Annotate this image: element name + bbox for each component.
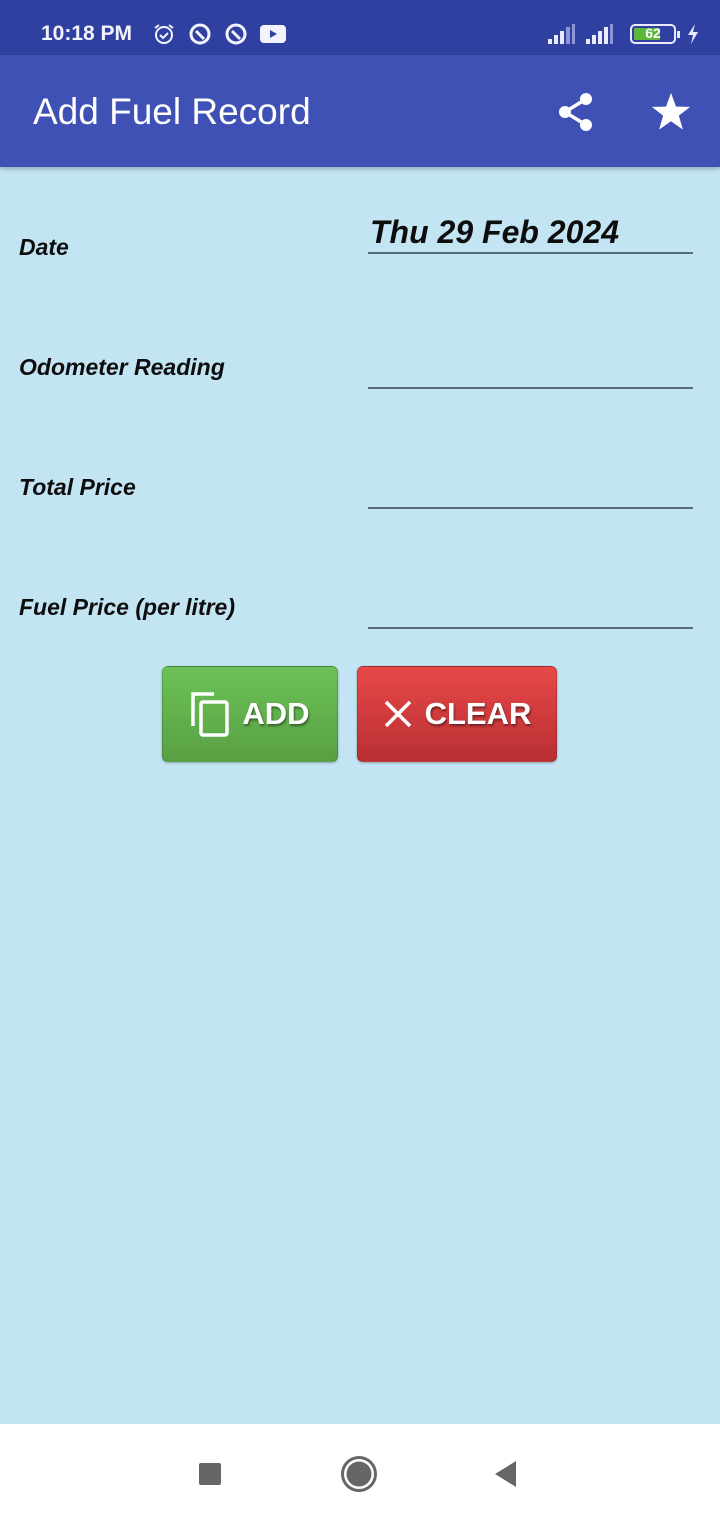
signal-icon xyxy=(548,24,575,44)
add-button[interactable]: ADD xyxy=(162,666,338,762)
charging-icon xyxy=(688,24,698,44)
back-button[interactable] xyxy=(484,1452,528,1496)
add-button-label: ADD xyxy=(242,696,310,731)
date-label: Date xyxy=(19,234,69,260)
odometer-field[interactable] xyxy=(368,347,693,389)
page-title: Add Fuel Record xyxy=(33,91,311,132)
fuel-price-label: Fuel Price (per litre) xyxy=(19,594,236,620)
app-notification-icon xyxy=(189,23,211,45)
battery-level: 62 xyxy=(645,25,661,41)
clear-button[interactable]: CLEAR xyxy=(357,666,557,762)
home-icon xyxy=(341,1456,377,1492)
app-notification-icon xyxy=(225,23,247,45)
youtube-icon xyxy=(260,25,286,43)
recents-icon xyxy=(199,1463,221,1485)
favorite-button[interactable] xyxy=(648,89,694,135)
total-price-field[interactable] xyxy=(368,467,693,509)
close-icon xyxy=(384,700,411,728)
signal-icon xyxy=(586,24,613,44)
clear-button-label: CLEAR xyxy=(424,696,532,731)
date-field[interactable] xyxy=(368,212,693,254)
system-icons: 62 xyxy=(548,24,700,44)
total-price-label: Total Price xyxy=(19,474,136,500)
share-button[interactable] xyxy=(553,89,599,135)
notification-icons xyxy=(152,22,286,46)
battery-icon: 62 xyxy=(630,24,680,44)
status-bar: 10:18 PM 62 xyxy=(0,0,720,55)
alarm-icon xyxy=(154,24,174,44)
odometer-label: Odometer Reading xyxy=(19,354,225,380)
fuel-price-field[interactable] xyxy=(368,587,693,629)
copy-icon xyxy=(191,692,230,737)
back-icon xyxy=(495,1461,516,1487)
star-icon xyxy=(651,92,691,130)
status-time: 10:18 PM xyxy=(41,22,133,45)
share-icon xyxy=(559,93,592,131)
navigation-bar xyxy=(0,1424,720,1520)
home-button[interactable] xyxy=(337,1452,381,1496)
app-bar: Add Fuel Record xyxy=(0,55,720,167)
recents-button[interactable] xyxy=(188,1452,232,1496)
